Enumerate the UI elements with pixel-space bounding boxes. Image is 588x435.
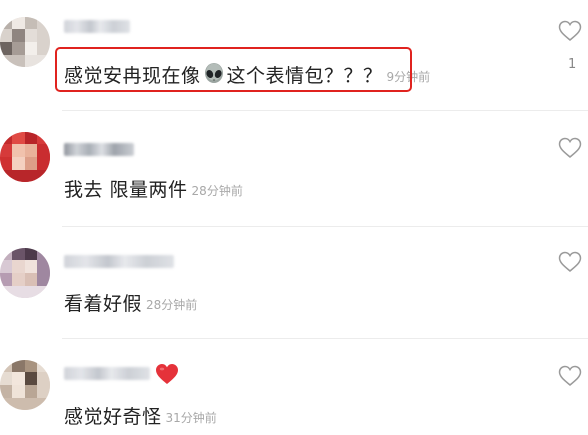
avatar[interactable] <box>0 248 50 298</box>
username[interactable] <box>64 255 174 268</box>
comment-text-part: 我去 限量两件 <box>64 179 188 201</box>
username[interactable] <box>64 367 150 380</box>
comment-text-part: 看着好假 <box>64 293 143 315</box>
highlight-box <box>55 47 412 92</box>
like-button[interactable] <box>558 365 584 389</box>
divider <box>62 110 588 111</box>
comment-1: 感觉安冉现在像 这个表情包？？？ 9分钟前 1 <box>0 0 588 118</box>
comment-text-part: 感觉好奇怪 <box>64 406 162 428</box>
heart-outline-icon <box>558 20 582 41</box>
timestamp: 28分钟前 <box>146 298 198 312</box>
like-button[interactable] <box>558 137 584 161</box>
heart-outline-icon <box>558 137 582 158</box>
comment-3: 看着好假 28分钟前 <box>0 226 588 338</box>
avatar[interactable] <box>0 132 50 182</box>
heart-outline-icon <box>558 365 582 386</box>
comment-text: 看着好假 28分钟前 <box>64 289 197 316</box>
timestamp: 28分钟前 <box>191 184 243 198</box>
timestamp: 31分钟前 <box>165 411 217 425</box>
comment-4: 感觉好奇怪 31分钟前 <box>0 338 588 435</box>
red-heart-emoji-icon <box>155 363 179 389</box>
comment-2: 我去 限量两件 28分钟前 <box>0 118 588 226</box>
avatar[interactable] <box>0 360 50 410</box>
username[interactable] <box>64 20 130 33</box>
like-count: 1 <box>568 57 577 72</box>
like-button[interactable] <box>558 251 584 275</box>
like-button[interactable] <box>558 20 584 44</box>
avatar[interactable] <box>0 17 50 67</box>
comment-text: 感觉好奇怪 31分钟前 <box>64 402 217 429</box>
username[interactable] <box>64 143 134 156</box>
comment-text: 我去 限量两件 28分钟前 <box>64 175 243 202</box>
heart-outline-icon <box>558 251 582 272</box>
